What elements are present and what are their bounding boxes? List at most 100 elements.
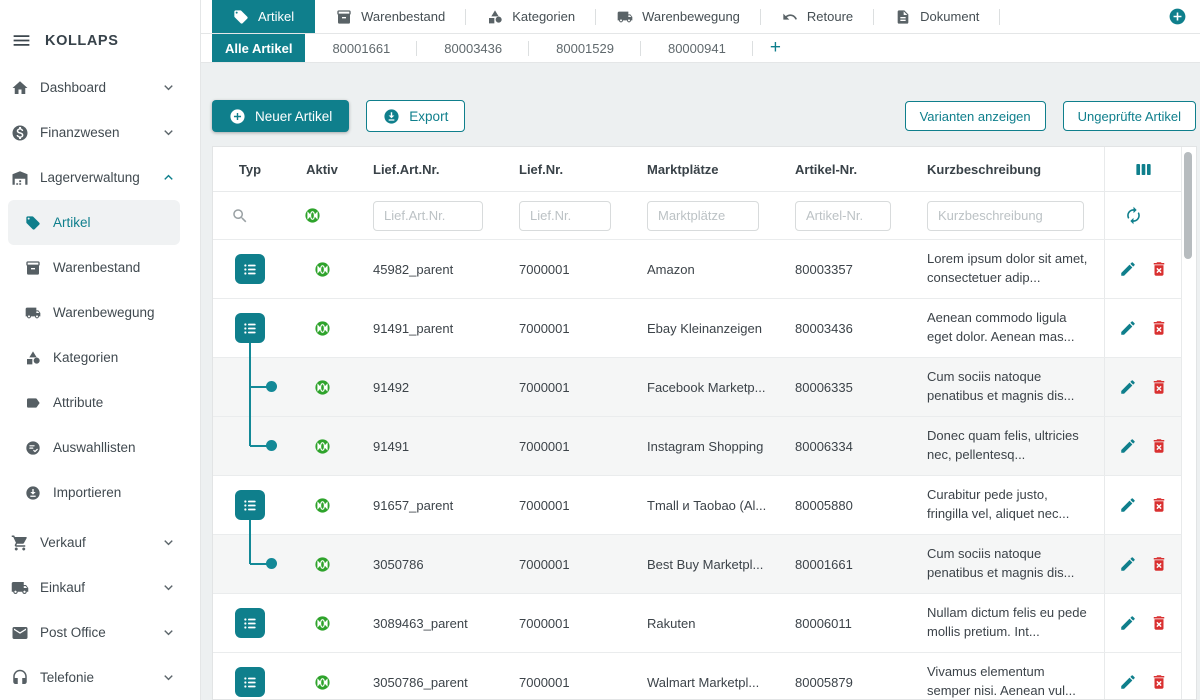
sidebar-item-dashboard[interactable]: Dashboard — [0, 65, 200, 110]
new-article-button[interactable]: Neuer Artikel — [212, 100, 349, 132]
article-type-button[interactable] — [235, 313, 265, 343]
subtab-80003436[interactable]: 80003436 — [417, 34, 529, 62]
add-tab-button[interactable] — [1168, 7, 1187, 26]
sidebar-item-auswahllisten[interactable]: Auswahllisten — [8, 425, 180, 470]
sidebar-item-telefonie[interactable]: Telefonie — [0, 655, 200, 700]
list-icon — [241, 319, 260, 338]
add-circle-icon — [229, 108, 246, 125]
cell-lief-nr: 7000001 — [503, 417, 631, 475]
columns-icon[interactable] — [1134, 160, 1153, 179]
search-icon[interactable] — [231, 207, 249, 225]
table-row: 914917000001Instagram Shopping80006334Do… — [213, 416, 1182, 475]
tab-warenbestand[interactable]: Warenbestand — [315, 0, 466, 33]
tab-label: Retoure — [807, 9, 853, 24]
sidebar-nav: DashboardFinanzwesen Lagerverwaltung Artik… — [0, 65, 200, 700]
subtab-80000941[interactable]: 80000941 — [641, 34, 753, 62]
tab-retoure[interactable]: Retoure — [761, 0, 874, 33]
delete-button[interactable] — [1150, 555, 1168, 573]
sidebar-item-verkauf[interactable]: Verkauf — [0, 520, 200, 565]
active-status-icon[interactable] — [304, 207, 321, 224]
menu-icon[interactable] — [11, 30, 32, 51]
sidebar-item-artikel[interactable]: Artikel — [8, 200, 180, 245]
sidebar-item-kategorien[interactable]: Kategorien — [8, 335, 180, 380]
delete-button[interactable] — [1150, 673, 1168, 691]
column-header-typ: Typ — [213, 147, 287, 191]
sidebar-item-warenbestand[interactable]: Warenbestand — [8, 245, 180, 290]
tab-dokument[interactable]: Dokument — [874, 0, 1000, 33]
edit-button[interactable] — [1119, 496, 1137, 514]
delete-button[interactable] — [1150, 319, 1168, 337]
sidebar-item-importieren[interactable]: Importieren — [8, 470, 180, 515]
filter-artikel-nr-input[interactable] — [795, 201, 891, 231]
cell-artikel-nr: 80003436 — [779, 299, 911, 357]
article-type-button[interactable] — [235, 490, 265, 520]
delete-button[interactable] — [1150, 496, 1168, 514]
filter-marktplaetze-input[interactable] — [647, 201, 759, 231]
cell-artikel-nr: 80005880 — [779, 476, 911, 534]
column-header-artikel-nr: Artikel-Nr. — [779, 147, 911, 191]
show-variants-button[interactable]: Varianten anzeigen — [905, 101, 1046, 131]
edit-button[interactable] — [1119, 260, 1137, 278]
subtab-label: Alle Artikel — [225, 41, 292, 56]
sidebar-item-warenbewegung[interactable]: Warenbewegung — [8, 290, 180, 335]
filter-kurzbeschreibung-input[interactable] — [927, 201, 1084, 231]
edit-button[interactable] — [1119, 673, 1137, 691]
edit-button[interactable] — [1119, 555, 1137, 573]
sidebar-item-lagerverwaltung[interactable]: Lagerverwaltung — [0, 155, 200, 200]
tab-bar: Artikel WarenbestandKategorien Warenbewegu… — [201, 0, 1200, 34]
pencil-icon — [1119, 555, 1137, 573]
delete-button[interactable] — [1150, 614, 1168, 632]
table-body: 45982_parent7000001Amazon80003357Lorem i… — [213, 239, 1196, 700]
edit-button[interactable] — [1119, 319, 1137, 337]
edit-button[interactable] — [1119, 378, 1137, 396]
refresh-button[interactable] — [1124, 206, 1143, 225]
cell-actions — [1104, 299, 1181, 357]
subtab-80001529[interactable]: 80001529 — [529, 34, 641, 62]
edit-button[interactable] — [1119, 437, 1137, 455]
filter-lief-nr-input[interactable] — [519, 201, 611, 231]
delete-button[interactable] — [1150, 378, 1168, 396]
trash-x-icon — [1150, 378, 1168, 396]
subtab-alle-artikel[interactable]: Alle Artikel — [212, 34, 305, 62]
vertical-scrollbar[interactable] — [1184, 152, 1192, 259]
cell-typ — [213, 299, 287, 357]
tab-artikel[interactable]: Artikel — [212, 0, 315, 33]
article-type-button[interactable] — [235, 254, 265, 284]
unverified-articles-button[interactable]: Ungeprüfte Artikel — [1063, 101, 1196, 131]
status-icon — [314, 556, 331, 573]
sidebar-item-einkauf[interactable]: Einkauf — [0, 565, 200, 610]
cell-typ — [213, 358, 287, 416]
export-button[interactable]: Export — [366, 100, 465, 132]
cell-kurzbeschreibung: Cum sociis natoque penatibus et magnis d… — [911, 535, 1104, 593]
cell-marktplaetze: Walmart Marketpl... — [631, 653, 779, 700]
tab-warenbewegung[interactable]: Warenbewegung — [596, 0, 761, 33]
delete-button[interactable] — [1150, 437, 1168, 455]
label-icon — [25, 395, 41, 411]
sidebar: KOLLAPS DashboardFinanzwesenLagerverwalt… — [0, 0, 201, 700]
sidebar-item-label: Lagerverwaltung — [40, 170, 140, 185]
tab-label: Warenbewegung — [642, 9, 740, 24]
filter-lief-art-nr-input[interactable] — [373, 201, 483, 231]
status-icon — [314, 497, 331, 514]
status-icon — [314, 615, 331, 632]
tab-label: Artikel — [258, 9, 294, 24]
add-subtab-button[interactable]: + — [753, 34, 798, 62]
cell-typ — [213, 476, 287, 534]
delete-button[interactable] — [1150, 260, 1168, 278]
new-article-label: Neuer Artikel — [255, 109, 332, 124]
category-icon — [487, 9, 503, 25]
cell-artikel-nr: 80006335 — [779, 358, 911, 416]
article-type-button[interactable] — [235, 667, 265, 697]
sidebar-item-post-office[interactable]: Post Office — [0, 610, 200, 655]
sidebar-item-finanzwesen[interactable]: Finanzwesen — [0, 110, 200, 155]
status-icon — [314, 320, 331, 337]
edit-button[interactable] — [1119, 614, 1137, 632]
subtab-80001661[interactable]: 80001661 — [305, 34, 417, 62]
cell-lief-nr: 7000001 — [503, 535, 631, 593]
sidebar-item-attribute[interactable]: Attribute — [8, 380, 180, 425]
inventory-icon — [336, 9, 352, 25]
tab-kategorien[interactable]: Kategorien — [466, 0, 596, 33]
article-type-button[interactable] — [235, 608, 265, 638]
status-icon — [314, 438, 331, 455]
export-label: Export — [409, 109, 448, 124]
